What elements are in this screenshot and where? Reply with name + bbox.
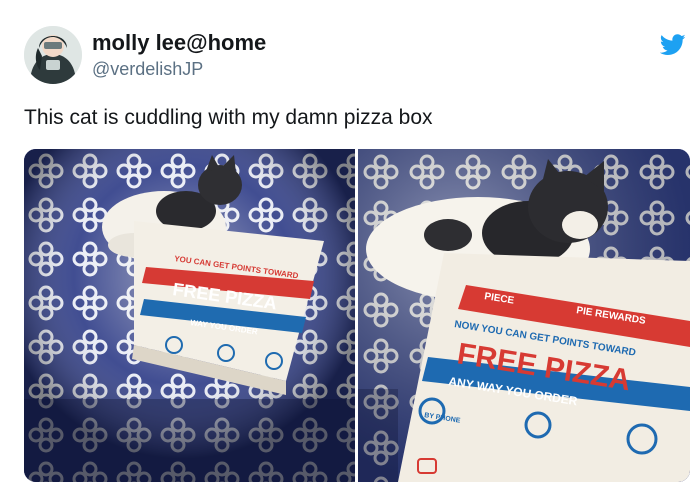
photo-cat-pizza-box-1[interactable]: YOU CAN GET POINTS TOWARD FREE PIZZA WAY… (24, 149, 355, 482)
user-handle[interactable]: @verdelishJP (92, 57, 266, 81)
display-name[interactable]: molly lee@home (92, 30, 266, 56)
photo-cat-pizza-box-2[interactable]: PIECE PIE REWARDS NOW YOU CAN GET POINTS… (358, 149, 690, 482)
twitter-bird-icon[interactable] (659, 34, 686, 56)
tweet-text: This cat is cuddling with my damn pizza … (24, 106, 433, 129)
tweet-media[interactable]: YOU CAN GET POINTS TOWARD FREE PIZZA WAY… (24, 149, 690, 482)
author-block[interactable]: molly lee@home @verdelishJP (92, 30, 266, 81)
tweet-card: molly lee@home @verdelishJP This cat is … (0, 0, 700, 490)
avatar[interactable] (24, 26, 82, 84)
